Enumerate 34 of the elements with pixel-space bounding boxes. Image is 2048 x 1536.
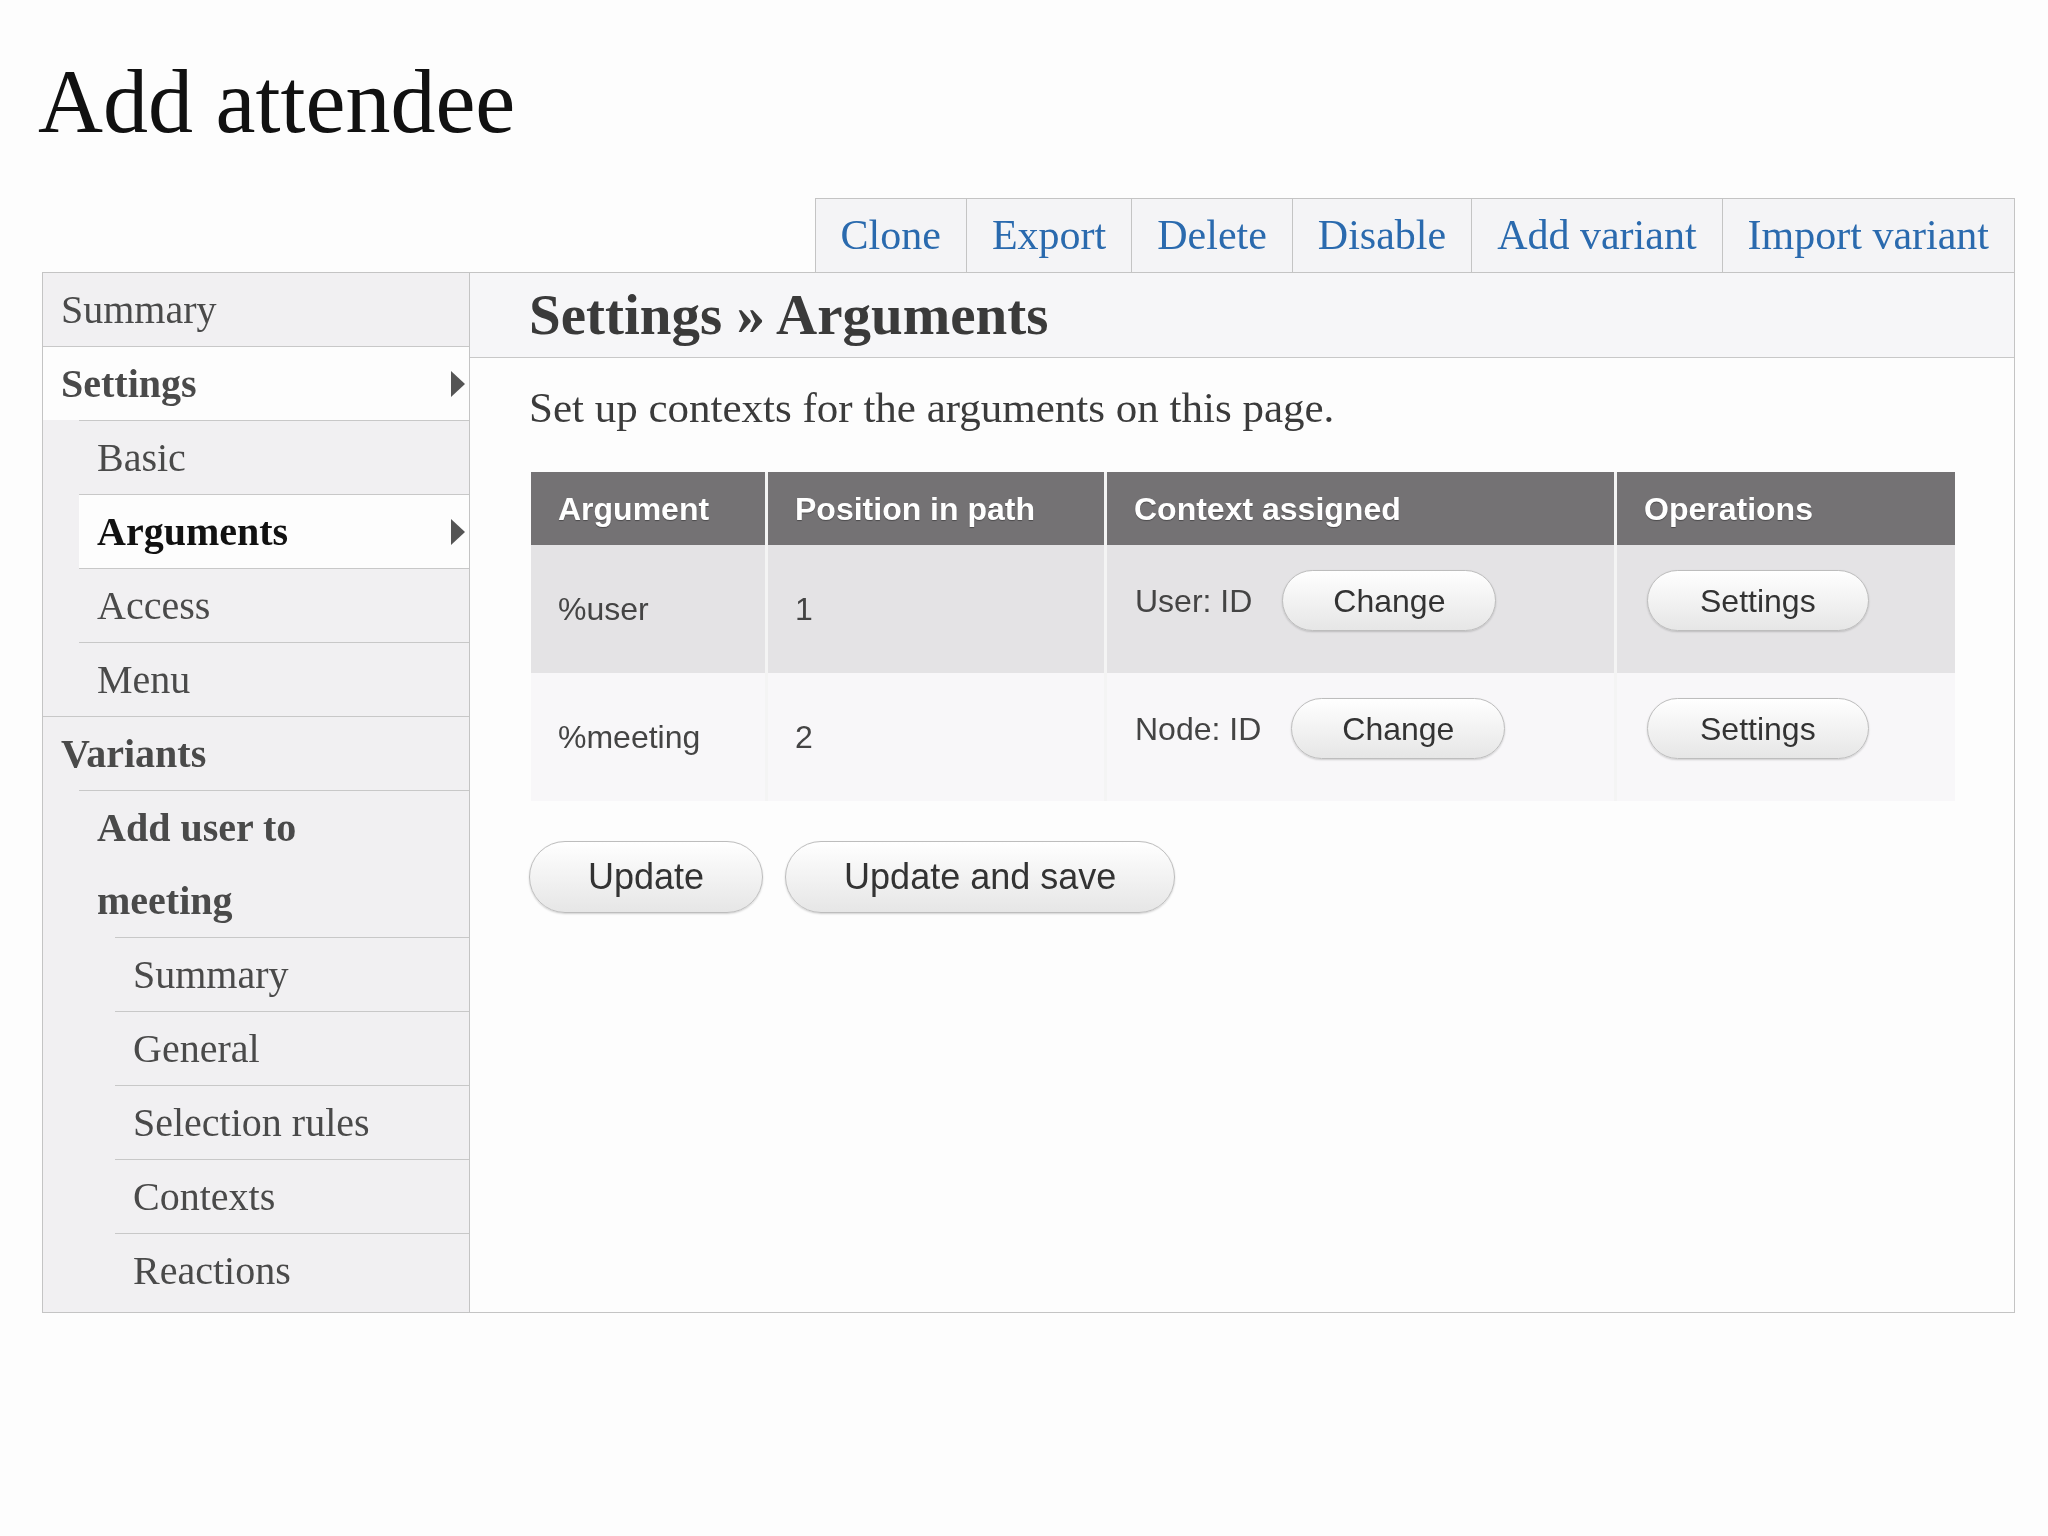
action-tab[interactable]: Clone [814,198,966,272]
sidebar-item[interactable]: Summary [115,937,469,1011]
column-header: Operations [1643,489,1814,529]
settings-button[interactable]: Settings [1647,698,1869,759]
settings-button[interactable]: Settings [1647,570,1869,631]
context-value: Node: ID [1135,709,1262,749]
submit-button[interactable]: Update and save [785,841,1176,913]
caret-icon [451,518,465,545]
sidebar-item[interactable]: Settings [43,346,469,420]
sidebar-item[interactable]: Reactions [115,1233,469,1307]
sidebar-item[interactable]: Access [79,568,469,642]
sidebar-item[interactable]: Summary [43,273,469,346]
sidebar-item[interactable]: Selection rules [115,1085,469,1159]
context-value: User: ID [1135,581,1253,621]
sidebar-item[interactable]: Arguments [79,494,469,568]
panel-heading: Settings » Arguments [470,273,2014,358]
caret-icon [451,370,465,397]
action-tab[interactable]: Add variant [1471,198,1722,272]
change-button[interactable]: Change [1282,570,1497,631]
sidebar-item[interactable]: Menu [79,642,469,716]
sidebar-item[interactable]: Contexts [115,1159,469,1233]
action-tab[interactable]: Disable [1291,198,1472,272]
action-tab[interactable]: Export [965,198,1132,272]
action-tab[interactable]: Delete [1131,198,1292,272]
change-button[interactable]: Change [1291,698,1506,759]
submit-button[interactable]: Update [529,841,764,913]
page-title: Add attendee [38,57,516,147]
table-cell: %meeting [531,673,768,801]
panel-description: Set up contexts for the arguments on this page. [529,383,1335,433]
sidebar-item[interactable]: Add user to meeting [79,790,469,937]
action-tab[interactable]: Import variant [1721,198,2015,272]
sidebar-item[interactable]: Variants [43,716,469,790]
sidebar-item[interactable]: General [115,1011,469,1085]
table-cell: 2 [768,673,1107,801]
